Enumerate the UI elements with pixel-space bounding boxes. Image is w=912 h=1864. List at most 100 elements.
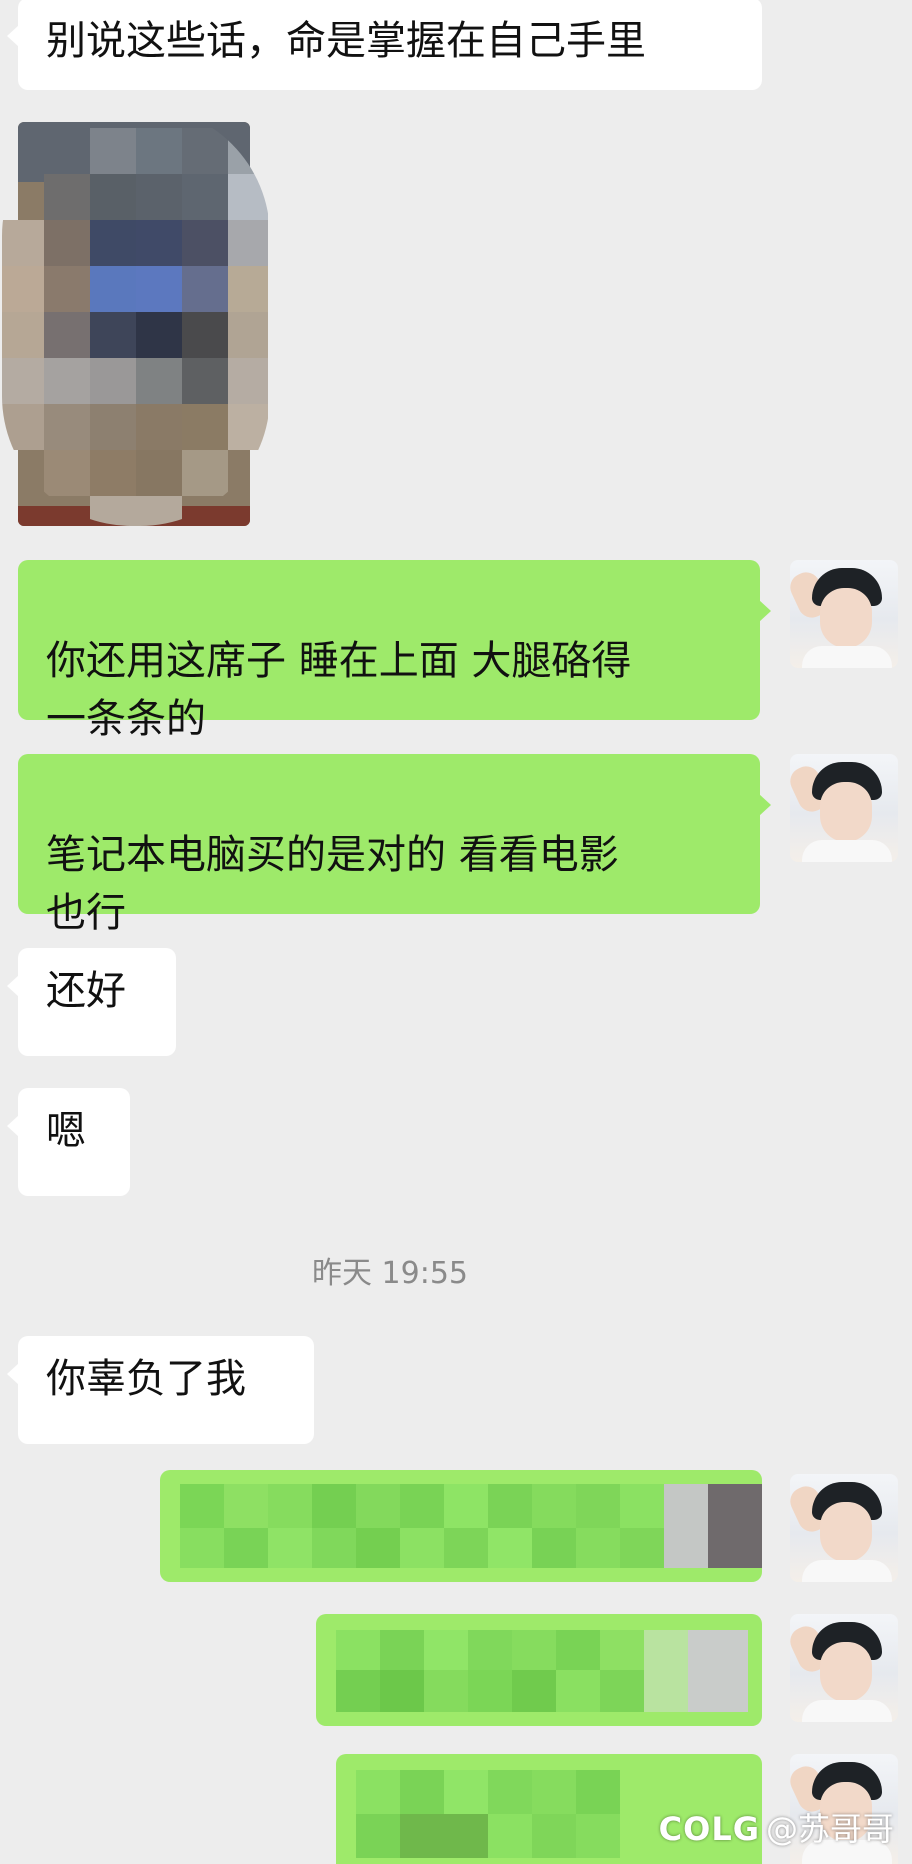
- mosaic-cell: [576, 1770, 620, 1814]
- message-text: 你辜负了我: [46, 1356, 246, 1402]
- mosaic-cell: [224, 1484, 268, 1528]
- mosaic-cell: [182, 128, 228, 174]
- message-bubble-incoming[interactable]: 嗯: [7, 1088, 130, 1196]
- mosaic-cell: [182, 358, 228, 404]
- mosaic-cell: [488, 1484, 532, 1528]
- mosaic-cell: [644, 1630, 688, 1712]
- mosaic-cell: [336, 1670, 380, 1712]
- mosaic-cell: [2, 312, 44, 358]
- message-text: 笔记本电脑买的是对的 看看电影 也行: [46, 832, 619, 936]
- avatar[interactable]: [790, 1614, 898, 1722]
- message-bubble-incoming[interactable]: 别说这些话，命是掌握在自己手里: [7, 0, 762, 90]
- mosaic-cell: [90, 312, 136, 358]
- mosaic-cell: [356, 1528, 400, 1568]
- mosaic-cell: [136, 450, 182, 496]
- mosaic-cell: [576, 1484, 620, 1528]
- mosaic-cell: [708, 1484, 762, 1568]
- mosaic-cell: [468, 1670, 512, 1712]
- mosaic-cell: [228, 266, 268, 312]
- watermark-handle: @苏哥哥: [765, 1810, 894, 1848]
- mosaic-cell: [688, 1630, 748, 1712]
- mosaic-cell: [182, 220, 228, 266]
- message-text: 还好: [46, 968, 126, 1014]
- mosaic-cell: [90, 358, 136, 404]
- mosaic-cell: [600, 1630, 644, 1670]
- mosaic-cell: [2, 266, 44, 312]
- mosaic-cell: [356, 1770, 400, 1814]
- mosaic-cell: [512, 1630, 556, 1670]
- mosaic-cell: [44, 174, 90, 220]
- message-bubble-incoming[interactable]: 你辜负了我: [7, 1336, 314, 1444]
- message-bubble-outgoing[interactable]: 笔记本电脑买的是对的 看看电影 也行: [18, 754, 771, 936]
- avatar-face: [820, 1642, 872, 1702]
- avatar[interactable]: [790, 560, 898, 668]
- mosaic-cell: [2, 404, 44, 450]
- avatar-face: [820, 782, 872, 842]
- avatar[interactable]: [790, 754, 898, 862]
- mosaic-cell: [182, 404, 228, 450]
- avatar-shirt: [802, 840, 892, 862]
- mosaic-cell: [356, 1814, 400, 1858]
- mosaic-cell: [90, 220, 136, 266]
- blurred-overlay: [2, 106, 270, 526]
- mosaic-cell: [444, 1528, 488, 1568]
- mosaic-cell: [576, 1528, 620, 1568]
- message-text: 别说这些话，命是掌握在自己手里: [46, 18, 646, 64]
- mosaic-cell: [136, 174, 182, 220]
- mosaic-cell: [182, 450, 228, 496]
- mosaic-cell: [356, 1484, 400, 1528]
- mosaic-cell: [620, 1484, 664, 1528]
- mosaic-cell: [380, 1630, 424, 1670]
- mosaic-cell: [44, 312, 90, 358]
- mosaic-cell: [136, 128, 182, 174]
- mosaic-cell: [532, 1814, 576, 1858]
- mosaic-cell: [136, 312, 182, 358]
- mosaic-cell: [90, 174, 136, 220]
- mosaic-cell: [44, 358, 90, 404]
- mosaic-cell: [488, 1528, 532, 1568]
- mosaic-cell: [228, 358, 268, 404]
- mosaic-cell: [44, 266, 90, 312]
- watermark: COLG @苏哥哥: [659, 1804, 894, 1850]
- blurred-message-outgoing[interactable]: [160, 1470, 762, 1582]
- blurred-message-outgoing[interactable]: [316, 1614, 762, 1726]
- mosaic-cell: [664, 1484, 708, 1568]
- mosaic-cell: [228, 128, 268, 174]
- mosaic-cell: [532, 1528, 576, 1568]
- mosaic-cell: [90, 450, 136, 496]
- mosaic-cell: [600, 1670, 644, 1712]
- mosaic-cell: [180, 1484, 224, 1528]
- mosaic-cell: [90, 496, 182, 526]
- mosaic-cell: [182, 174, 228, 220]
- mosaic-cell: [424, 1630, 468, 1670]
- mosaic-cell: [556, 1670, 600, 1712]
- mosaic-cell: [2, 358, 44, 404]
- mosaic-cell: [380, 1670, 424, 1712]
- mosaic-cell: [90, 404, 136, 450]
- mosaic-cell: [488, 1770, 532, 1814]
- mosaic-cell: [136, 220, 182, 266]
- mosaic-cell: [576, 1814, 620, 1858]
- avatar-shirt: [802, 646, 892, 668]
- mosaic-cell: [224, 1528, 268, 1568]
- mosaic-cell: [182, 312, 228, 358]
- message-bubble-outgoing[interactable]: 你还用这席子 睡在上面 大腿硌得 一条条的: [18, 560, 771, 742]
- mosaic-cell: [556, 1630, 600, 1670]
- avatar[interactable]: [790, 1474, 898, 1582]
- avatar-face: [820, 588, 872, 648]
- mosaic-cell: [268, 1484, 312, 1528]
- mosaic-cell: [400, 1770, 444, 1814]
- message-text: 你还用这席子 睡在上面 大腿硌得 一条条的: [46, 638, 632, 742]
- message-bubble-incoming[interactable]: 还好: [7, 948, 176, 1056]
- mosaic-cell: [620, 1528, 664, 1568]
- mosaic-cell: [468, 1630, 512, 1670]
- mosaic-cell: [424, 1670, 468, 1712]
- mosaic-cell: [228, 220, 268, 266]
- mosaic-cell: [400, 1814, 488, 1858]
- mosaic-cell: [336, 1630, 380, 1670]
- mosaic-cell: [90, 128, 136, 174]
- mosaic-cell: [532, 1484, 576, 1528]
- mosaic-cell: [44, 404, 90, 450]
- avatar-shirt: [802, 1700, 892, 1722]
- message-text: 嗯: [46, 1108, 86, 1154]
